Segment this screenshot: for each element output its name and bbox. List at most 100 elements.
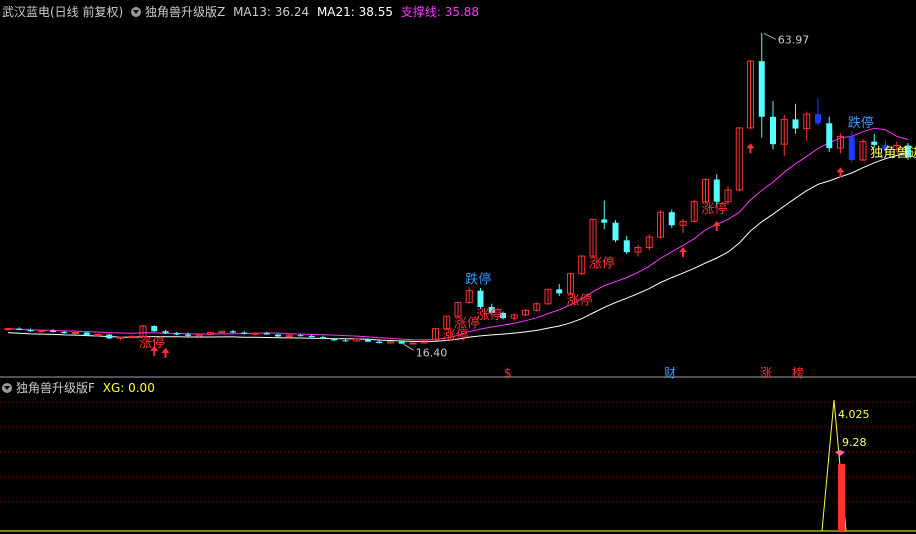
candle [826, 116, 833, 153]
high-price-label: 63.97 [778, 33, 810, 46]
candle-body [185, 334, 191, 336]
candle [342, 339, 349, 342]
candle [690, 199, 698, 223]
candle [837, 133, 844, 154]
candle [409, 342, 417, 345]
buy-arrow-icon [679, 247, 687, 258]
candle [544, 288, 552, 306]
candle-body [376, 341, 383, 343]
candle [128, 335, 136, 339]
chart-window: 武汉蓝电(日线 前复权) 独角兽升级版Z MA13: 36.24 MA21: 3… [0, 0, 916, 534]
candle [803, 111, 811, 141]
xg-bar [838, 464, 845, 531]
candle-body [342, 340, 349, 342]
candle [432, 327, 439, 341]
candle [117, 336, 124, 341]
candle [634, 244, 642, 257]
candle-body [308, 335, 315, 338]
candle [668, 209, 675, 228]
candle [4, 327, 12, 331]
candle-body [230, 331, 236, 333]
candle [94, 333, 102, 337]
candle-body [770, 116, 776, 145]
xg-secondary-label: 9.28 [842, 436, 867, 449]
candle-body [16, 328, 23, 330]
candle [770, 101, 776, 150]
candle-body [320, 337, 326, 339]
candle [522, 309, 529, 317]
candle [230, 329, 236, 334]
event-marker: 榜 [792, 365, 804, 380]
candle [735, 127, 743, 192]
candle [218, 330, 226, 334]
annotation-label: 跌停 [848, 115, 874, 131]
candle [263, 331, 270, 335]
candle [285, 334, 293, 338]
candle [72, 331, 79, 335]
candle [353, 338, 361, 342]
annotation-label: 涨停 [477, 307, 503, 323]
candle-body [758, 61, 765, 117]
low-price-label: 16.40 [416, 346, 448, 359]
candle [106, 333, 113, 340]
candle [173, 331, 180, 336]
candle [792, 103, 799, 134]
buy-arrow-icon [712, 221, 721, 231]
candle [859, 139, 867, 162]
candle [623, 235, 630, 255]
annotation-label: 跌停 [465, 271, 491, 287]
candle-body [241, 332, 248, 334]
candle-body [477, 290, 484, 308]
candle [533, 302, 541, 312]
candle-body [331, 338, 338, 341]
candle-body [398, 341, 405, 344]
candle-body [72, 332, 79, 335]
candle-body [815, 114, 821, 124]
candle [308, 334, 315, 338]
annotation-label: 涨停 [567, 293, 593, 309]
annotation-label: 涨停 [589, 255, 615, 271]
xg-peak-label: 4.025 [838, 408, 870, 421]
candle [454, 301, 462, 318]
candle-body [668, 212, 675, 226]
candle [702, 178, 709, 204]
candle-body [713, 179, 720, 202]
high-pointer [763, 32, 776, 40]
candle-body [297, 335, 304, 337]
candle-body [252, 332, 259, 335]
xg-sub-chart: 4.025 9.28 [821, 399, 870, 532]
candle [657, 210, 664, 239]
candle [376, 340, 383, 344]
candle [275, 333, 281, 338]
candle-body [151, 326, 158, 332]
candle-body [38, 330, 46, 333]
annotation-label: 独角兽进化 [870, 146, 916, 161]
candle [252, 332, 259, 336]
annotation-label: 涨停 [702, 201, 728, 217]
candle-body [409, 342, 417, 345]
diamond-icon [835, 450, 845, 456]
candle [387, 341, 394, 344]
candle-body [94, 334, 102, 336]
candle [477, 288, 484, 309]
candle-body [50, 330, 56, 332]
event-marker: 财 [664, 366, 676, 380]
price-chart[interactable]: 涨停涨停涨停跌停涨停涨停涨停涨停跌停独角兽进化 63.9716.40$财涨榜 4… [0, 0, 916, 534]
candle [815, 98, 821, 126]
candle [27, 328, 34, 332]
candle-body [61, 331, 68, 334]
candle-body [128, 335, 136, 338]
candle-body [365, 339, 371, 342]
sub-chart-grid [0, 376, 916, 532]
candlestick-series [4, 33, 911, 345]
candle [510, 313, 518, 321]
signal-markers: 涨停涨停涨停跌停涨停涨停涨停涨停跌停独角兽进化 [139, 115, 916, 358]
candle-body [27, 329, 34, 332]
low-pointer [403, 343, 415, 351]
candle-body [556, 289, 563, 294]
candle [185, 332, 191, 337]
candle-body [826, 123, 833, 149]
candle-body [848, 136, 855, 160]
candle [758, 33, 765, 138]
candle-body [275, 334, 281, 337]
